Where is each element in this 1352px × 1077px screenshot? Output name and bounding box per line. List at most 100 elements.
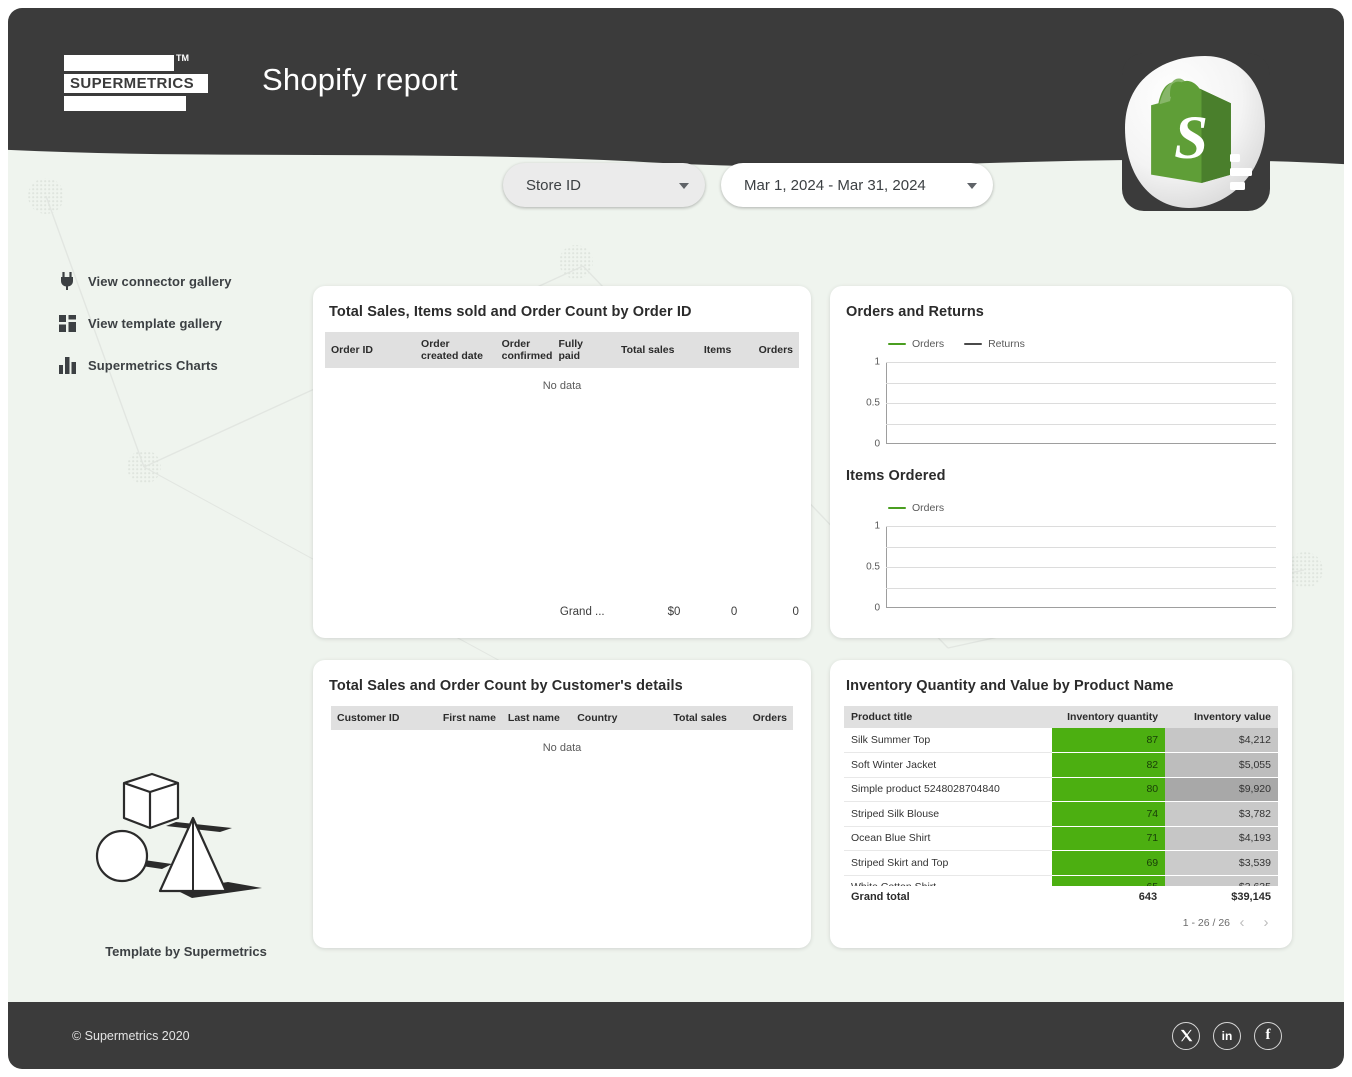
inventory-table-body: Silk Summer Top87$4,212Soft Winter Jacke… [844, 728, 1278, 886]
cell-product-title: White Cotton Shirt [844, 875, 1052, 886]
table-row[interactable]: Striped Silk Blouse74$3,782 [844, 802, 1278, 827]
table-header-row: Order ID Order created date Order confir… [325, 332, 799, 368]
table-row[interactable]: White Cotton Shirt65$3,635 [844, 875, 1278, 886]
cell-inventory-value: $3,539 [1165, 851, 1278, 876]
customer-table-card: Total Sales and Order Count by Customer'… [313, 660, 811, 948]
inventory-grand-total-row: Grand total 643 $39,145 [844, 886, 1278, 908]
sidebar-item-label: View template gallery [88, 316, 222, 331]
grand-total-orders: 0 [737, 606, 799, 618]
cell-inventory-quantity: 82 [1052, 753, 1165, 778]
cell-inventory-value: $5,055 [1165, 753, 1278, 778]
column-header[interactable]: Order created date [415, 332, 496, 368]
orders-returns-chart: Orders and Returns Orders Returns 1 [830, 286, 1292, 444]
column-header[interactable]: Orders [733, 706, 793, 730]
charts-card: Orders and Returns Orders Returns 1 [830, 286, 1292, 638]
shapes-illustration [80, 770, 280, 910]
sidebar-item-label: Supermetrics Charts [88, 358, 218, 373]
chart-plot-area: 1 0.5 0 [886, 526, 1276, 608]
copyright-text: © Supermetrics 2020 [72, 1029, 190, 1043]
logo-wordmark: SUPERMETRICS [70, 75, 208, 92]
customer-table: Customer ID First name Last name Country… [331, 706, 793, 730]
inventory-pagination: 1 - 26 / 26 ‹ › [844, 908, 1278, 931]
orders-table-card: Total Sales, Items sold and Order Count … [313, 286, 811, 638]
column-header[interactable]: First name [433, 706, 502, 730]
legend-swatch [964, 343, 982, 346]
table-row[interactable]: Simple product 524802870484080$9,920 [844, 777, 1278, 802]
y-tick-label: 0.5 [866, 562, 880, 573]
grand-total-items: 0 [680, 606, 737, 618]
cell-inventory-quantity: 65 [1052, 875, 1165, 886]
social-links: in f [1172, 1022, 1282, 1050]
card-title: Total Sales and Order Count by Customer'… [329, 678, 795, 694]
cell-inventory-value: $4,193 [1165, 826, 1278, 851]
x-twitter-icon[interactable] [1172, 1022, 1200, 1050]
page-footer: © Supermetrics 2020 in f [8, 1002, 1344, 1069]
sidebar-item-supermetrics-charts[interactable]: Supermetrics Charts [56, 350, 232, 380]
empty-state-message: No data [331, 730, 793, 754]
sidebar-item-connector-gallery[interactable]: View connector gallery [56, 266, 232, 296]
chart-legend: Orders Returns [888, 338, 1276, 350]
column-header[interactable]: Fully paid [553, 332, 605, 368]
cell-inventory-value: $3,782 [1165, 802, 1278, 827]
cell-inventory-value: $4,212 [1165, 728, 1278, 753]
legend-label: Orders [912, 502, 944, 514]
column-header[interactable]: Order confirmed [496, 332, 553, 368]
facebook-icon[interactable]: f [1254, 1022, 1282, 1050]
legend-swatch [888, 507, 906, 510]
cell-product-title: Striped Silk Blouse [844, 802, 1052, 827]
chevron-down-icon [679, 183, 689, 189]
sidebar-item-template-gallery[interactable]: View template gallery [56, 308, 232, 338]
store-id-filter[interactable]: Store ID [503, 163, 705, 207]
svg-text:S: S [1174, 105, 1208, 172]
items-ordered-chart: Items Ordered Orders 1 0.5 0 [830, 444, 1292, 608]
plug-icon [56, 271, 78, 291]
cell-product-title: Soft Winter Jacket [844, 753, 1052, 778]
table-row[interactable]: Soft Winter Jacket82$5,055 [844, 753, 1278, 778]
empty-state-message: No data [325, 368, 799, 392]
date-range-filter[interactable]: Mar 1, 2024 - Mar 31, 2024 [721, 163, 993, 207]
chevron-right-icon[interactable]: › [1254, 914, 1278, 931]
linkedin-icon[interactable]: in [1213, 1022, 1241, 1050]
sidebar-links: View connector gallery View template gal… [56, 266, 232, 392]
card-title: Total Sales, Items sold and Order Count … [329, 304, 795, 320]
bar-chart-icon [56, 355, 78, 375]
column-header[interactable]: Inventory value [1165, 706, 1278, 728]
cell-inventory-value: $9,920 [1165, 777, 1278, 802]
column-header[interactable]: Customer ID [331, 706, 433, 730]
table-header-row: Product title Inventory quantity Invento… [844, 706, 1278, 728]
grand-total-quantity: 643 [1052, 891, 1165, 903]
column-header[interactable]: Inventory quantity [1052, 706, 1165, 728]
column-header[interactable]: Order ID [325, 332, 415, 368]
grand-total-row: Grand ... $0 0 0 [325, 606, 799, 618]
column-header[interactable]: Last name [502, 706, 571, 730]
column-header[interactable]: Product title [844, 706, 1052, 728]
column-header[interactable]: Total sales [605, 332, 681, 368]
legend-item[interactable]: Orders [888, 502, 944, 514]
column-header[interactable]: Total sales [654, 706, 733, 730]
chevron-down-icon [967, 183, 977, 189]
card-title: Inventory Quantity and Value by Product … [846, 678, 1276, 694]
legend-item[interactable]: Returns [964, 338, 1025, 350]
table-row[interactable]: Ocean Blue Shirt71$4,193 [844, 826, 1278, 851]
chart-plot-area: 1 0.5 0 [886, 362, 1276, 444]
table-row[interactable]: Silk Summer Top87$4,212 [844, 728, 1278, 753]
template-credit: Template by Supermetrics [76, 944, 296, 959]
cell-product-title: Silk Summer Top [844, 728, 1052, 753]
report-page: SUPERMETRICS TM Shopify report S S [8, 8, 1344, 1069]
cell-product-title: Simple product 5248028704840 [844, 777, 1052, 802]
cell-product-title: Striped Skirt and Top [844, 851, 1052, 876]
date-range-filter-label: Mar 1, 2024 - Mar 31, 2024 [737, 177, 926, 194]
cell-inventory-quantity: 80 [1052, 777, 1165, 802]
column-header[interactable]: Items [680, 332, 737, 368]
column-header[interactable]: Country [571, 706, 654, 730]
page-title: Shopify report [262, 62, 458, 98]
chevron-left-icon[interactable]: ‹ [1230, 914, 1254, 931]
sidebar-item-label: View connector gallery [88, 274, 232, 289]
orders-table: Order ID Order created date Order confir… [325, 332, 799, 368]
grand-total-label: Grand total [844, 891, 1052, 903]
chart-title: Items Ordered [846, 468, 1276, 484]
column-header[interactable]: Orders [737, 332, 799, 368]
inventory-scroll-region[interactable]: Product title Inventory quantity Invento… [844, 706, 1278, 886]
legend-item[interactable]: Orders [888, 338, 944, 350]
table-row[interactable]: Striped Skirt and Top69$3,539 [844, 851, 1278, 876]
